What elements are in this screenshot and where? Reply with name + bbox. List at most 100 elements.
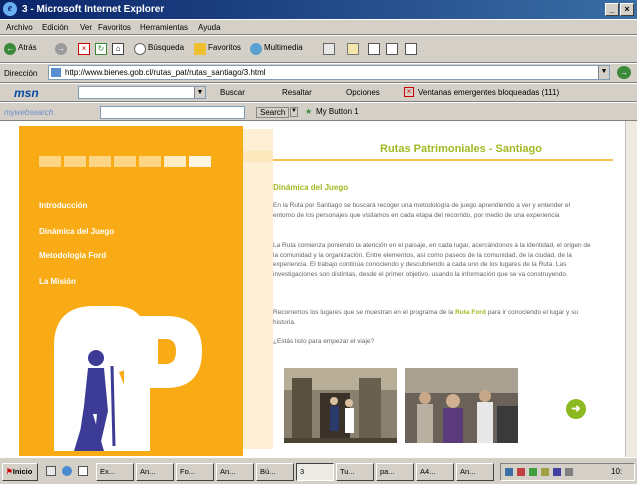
- page-viewport: Introducción Dinámica del Juego Metodolo…: [0, 121, 625, 457]
- paragraph-3: Recorremos los lugares que se muestran e…: [273, 308, 593, 327]
- toolbar: ← Atrás → × ↻ ⌂ Búsqueda Favoritos Multi…: [0, 35, 637, 63]
- paragraph-3-text: Recorremos los lugares que se muestran e…: [273, 309, 454, 316]
- websearch-logo: mywebsearch: [4, 108, 54, 117]
- nav-metodologia[interactable]: Metodología Ford: [39, 251, 106, 260]
- address-url: http://www.bienes.gob.cl/rutas_pat/rutas…: [65, 68, 266, 77]
- taskbar-item[interactable]: An...: [216, 463, 254, 481]
- photo-building: [284, 368, 397, 443]
- back-arrow-icon[interactable]: ←: [4, 43, 16, 55]
- msn-search-button[interactable]: Buscar: [220, 88, 245, 97]
- paragraph-4: ¿Estás listo para empezar el viaje?: [273, 338, 375, 345]
- decor-block: [189, 156, 211, 167]
- menu-archivo[interactable]: Archivo: [6, 23, 33, 32]
- tray-icon[interactable]: [553, 468, 561, 476]
- websearch-dropdown-icon[interactable]: ▼: [290, 107, 298, 117]
- nav-dinamica[interactable]: Dinámica del Juego: [39, 227, 114, 236]
- search-icon[interactable]: [134, 43, 146, 55]
- ruta-ford-link[interactable]: Ruta Ford: [455, 309, 486, 316]
- menu-favoritos[interactable]: Favoritos: [98, 23, 131, 32]
- go-arrow-icon[interactable]: →: [617, 66, 631, 79]
- start-button[interactable]: ⚑Inicio: [2, 463, 38, 481]
- taskbar-item-active[interactable]: 3: [296, 463, 334, 481]
- menu-bar: Archivo Edición Ver Favoritos Herramient…: [0, 19, 637, 35]
- tray-icon[interactable]: [517, 468, 525, 476]
- decor-block: [89, 156, 111, 167]
- address-input[interactable]: http://www.bienes.gob.cl/rutas_pat/rutas…: [48, 65, 610, 80]
- tray-icon[interactable]: [505, 468, 513, 476]
- nav-la-mision[interactable]: La Misión: [39, 277, 76, 286]
- menu-herramientas[interactable]: Herramientas: [140, 23, 188, 32]
- nav-introduccion[interactable]: Introducción: [39, 201, 87, 210]
- edit-icon[interactable]: [386, 43, 398, 55]
- decor-block: [64, 156, 86, 167]
- popup-blocker-icon: ×: [404, 87, 414, 97]
- websearch-toolbar: mywebsearch Search ▼ ★ My Button 1: [0, 102, 637, 121]
- menu-ver[interactable]: Ver: [80, 23, 92, 32]
- taskbar-item[interactable]: A4...: [416, 463, 454, 481]
- msn-toolbar: msn ▼ Buscar Resaltar Opciones × Ventana…: [0, 83, 637, 102]
- photo-group: [405, 368, 518, 443]
- taskbar-item[interactable]: Ex...: [96, 463, 134, 481]
- menu-ayuda[interactable]: Ayuda: [198, 23, 221, 32]
- msn-dropdown-icon[interactable]: ▼: [194, 87, 205, 98]
- system-tray: 10:: [500, 463, 635, 481]
- tray-icon[interactable]: [565, 468, 573, 476]
- decor-block: [139, 156, 161, 167]
- discuss-icon[interactable]: [405, 43, 417, 55]
- left-nav-panel: Introducción Dinámica del Juego Metodolo…: [19, 126, 243, 456]
- mail-icon[interactable]: [347, 43, 359, 55]
- tray-icon[interactable]: [529, 468, 537, 476]
- taskbar: ⚑Inicio Ex... An... Fo... An... Bú... 3 …: [0, 457, 637, 484]
- taskbar-item[interactable]: Bú...: [256, 463, 294, 481]
- msn-logo[interactable]: msn: [14, 86, 39, 100]
- ie-quicklaunch-icon[interactable]: [62, 466, 72, 476]
- websearch-input[interactable]: [100, 106, 245, 119]
- taskbar-item[interactable]: An...: [456, 463, 494, 481]
- windows-flag-icon: ⚑: [6, 467, 13, 476]
- menu-edicion[interactable]: Edición: [42, 23, 68, 32]
- search-button[interactable]: Búsqueda: [148, 43, 184, 52]
- decor-block: [114, 156, 136, 167]
- favorites-icon[interactable]: [194, 43, 206, 55]
- section-title: Dinámica del Juego: [273, 183, 349, 192]
- paragraph-1: En la Ruta por Santiago se buscará recog…: [273, 202, 571, 219]
- history-icon[interactable]: [323, 43, 335, 55]
- close-button[interactable]: ×: [620, 3, 634, 16]
- msn-options-button[interactable]: Opciones: [346, 88, 380, 97]
- decor-block: [39, 156, 61, 167]
- address-dropdown-icon[interactable]: ▼: [598, 66, 609, 79]
- multimedia-button[interactable]: Multimedia: [264, 43, 303, 52]
- taskbar-item[interactable]: pa...: [376, 463, 414, 481]
- address-label: Dirección: [4, 69, 38, 78]
- page-title: Rutas Patrimoniales - Santiago: [380, 143, 542, 155]
- stop-icon[interactable]: ×: [78, 43, 90, 55]
- rp-logo: [54, 306, 202, 451]
- paragraph-2: La Ruta comienza poniendo la atención en…: [273, 242, 591, 278]
- ie-icon: e: [3, 2, 17, 16]
- next-arrow-button[interactable]: ➜: [566, 399, 586, 419]
- forward-arrow-icon[interactable]: →: [55, 43, 67, 55]
- multimedia-icon[interactable]: [250, 43, 262, 55]
- taskbar-item[interactable]: Tu...: [336, 463, 374, 481]
- taskbar-item[interactable]: Fo...: [176, 463, 214, 481]
- msn-highlight-button[interactable]: Resaltar: [282, 88, 312, 97]
- print-icon[interactable]: [368, 43, 380, 55]
- msn-search-input[interactable]: ▼: [78, 86, 206, 99]
- home-icon[interactable]: ⌂: [112, 43, 124, 55]
- websearch-button[interactable]: Search: [256, 107, 290, 118]
- favorites-button[interactable]: Favoritos: [208, 43, 241, 52]
- refresh-icon[interactable]: ↻: [95, 43, 107, 55]
- start-label: Inicio: [12, 467, 33, 476]
- back-button[interactable]: Atrás: [18, 43, 37, 52]
- tray-icon[interactable]: [541, 468, 549, 476]
- outlook-quicklaunch-icon[interactable]: [78, 466, 88, 476]
- minimize-button[interactable]: _: [605, 3, 619, 16]
- my-button[interactable]: My Button 1: [316, 107, 359, 116]
- popup-blocker-button[interactable]: Ventanas emergentes bloqueadas (111): [418, 88, 559, 97]
- clock: 10:: [611, 467, 623, 476]
- taskbar-item[interactable]: An...: [136, 463, 174, 481]
- decor-block: [243, 151, 273, 162]
- vertical-scrollbar[interactable]: [625, 121, 637, 457]
- show-desktop-icon[interactable]: [46, 466, 56, 476]
- page-icon: [51, 68, 61, 77]
